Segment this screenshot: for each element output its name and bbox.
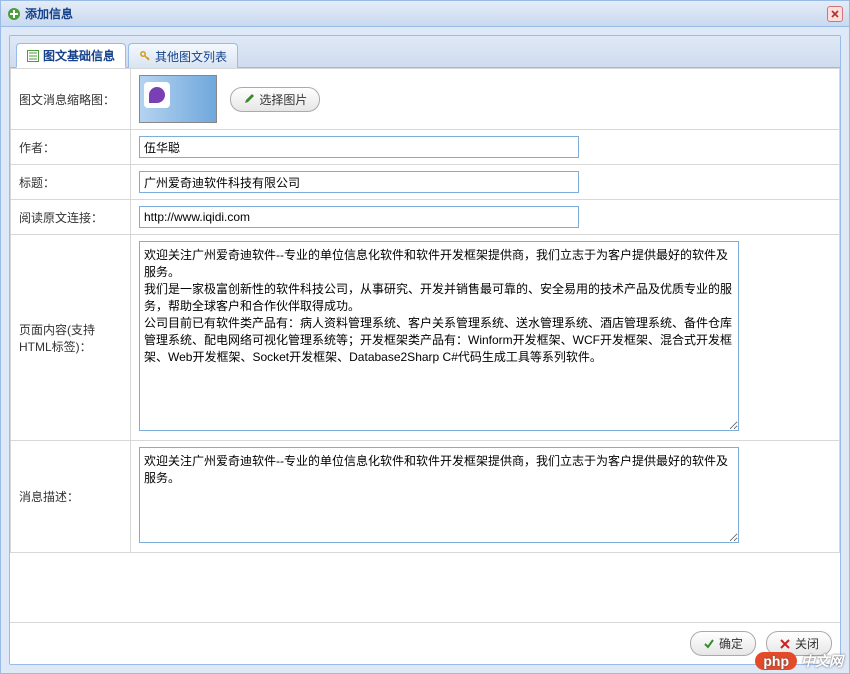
label-title: 标题：	[11, 165, 131, 200]
ok-button[interactable]: 确定	[690, 631, 756, 656]
title-input[interactable]	[139, 171, 579, 193]
label-author: 作者：	[11, 130, 131, 165]
choose-image-label: 选择图片	[259, 91, 307, 108]
label-content: 页面内容(支持HTML标签)：	[11, 235, 131, 441]
tab-label: 其他图文列表	[155, 48, 227, 65]
add-icon	[7, 7, 21, 21]
form-icon	[27, 50, 39, 62]
label-thumbnail: 图文消息缩略图：	[11, 69, 131, 130]
row-url: 阅读原文连接：	[11, 200, 840, 235]
close-label: 关闭	[795, 635, 819, 652]
tab-label: 图文基础信息	[43, 47, 115, 64]
content-textarea[interactable]	[139, 241, 739, 431]
url-input[interactable]	[139, 206, 579, 228]
tab-strip: 图文基础信息 其他图文列表	[10, 36, 840, 68]
window-title: 添加信息	[25, 5, 73, 22]
pencil-icon	[243, 93, 255, 105]
check-icon	[703, 638, 715, 650]
titlebar: 添加信息	[1, 1, 849, 27]
row-thumbnail: 图文消息缩略图： 选择图片	[11, 69, 840, 130]
key-icon	[139, 50, 151, 62]
author-input[interactable]	[139, 136, 579, 158]
watermark: php 中文网	[755, 651, 843, 671]
label-url: 阅读原文连接：	[11, 200, 131, 235]
form-table: 图文消息缩略图： 选择图片 作者：	[10, 68, 840, 553]
ok-label: 确定	[719, 635, 743, 652]
row-desc: 消息描述：	[11, 441, 840, 553]
form-area: 图文消息缩略图： 选择图片 作者：	[10, 68, 840, 622]
dialog-window: 添加信息 图文基础信息 其他图文列表	[0, 0, 850, 674]
close-icon	[831, 10, 839, 18]
window-body: 图文基础信息 其他图文列表 图文消息缩略图：	[1, 27, 849, 673]
desc-textarea[interactable]	[139, 447, 739, 543]
row-content: 页面内容(支持HTML标签)：	[11, 235, 840, 441]
choose-image-button[interactable]: 选择图片	[230, 87, 320, 112]
window-close-button[interactable]	[827, 6, 843, 22]
row-title: 标题：	[11, 165, 840, 200]
thumbnail-preview	[139, 75, 217, 123]
label-desc: 消息描述：	[11, 441, 131, 553]
form-panel: 图文基础信息 其他图文列表 图文消息缩略图：	[9, 35, 841, 665]
watermark-text: 中文网	[801, 651, 843, 671]
tab-basic-info[interactable]: 图文基础信息	[16, 43, 126, 68]
x-icon	[779, 638, 791, 650]
action-bar: 确定 关闭	[10, 622, 840, 664]
watermark-badge: php	[755, 652, 797, 670]
tab-other-list[interactable]: 其他图文列表	[128, 43, 238, 68]
row-author: 作者：	[11, 130, 840, 165]
